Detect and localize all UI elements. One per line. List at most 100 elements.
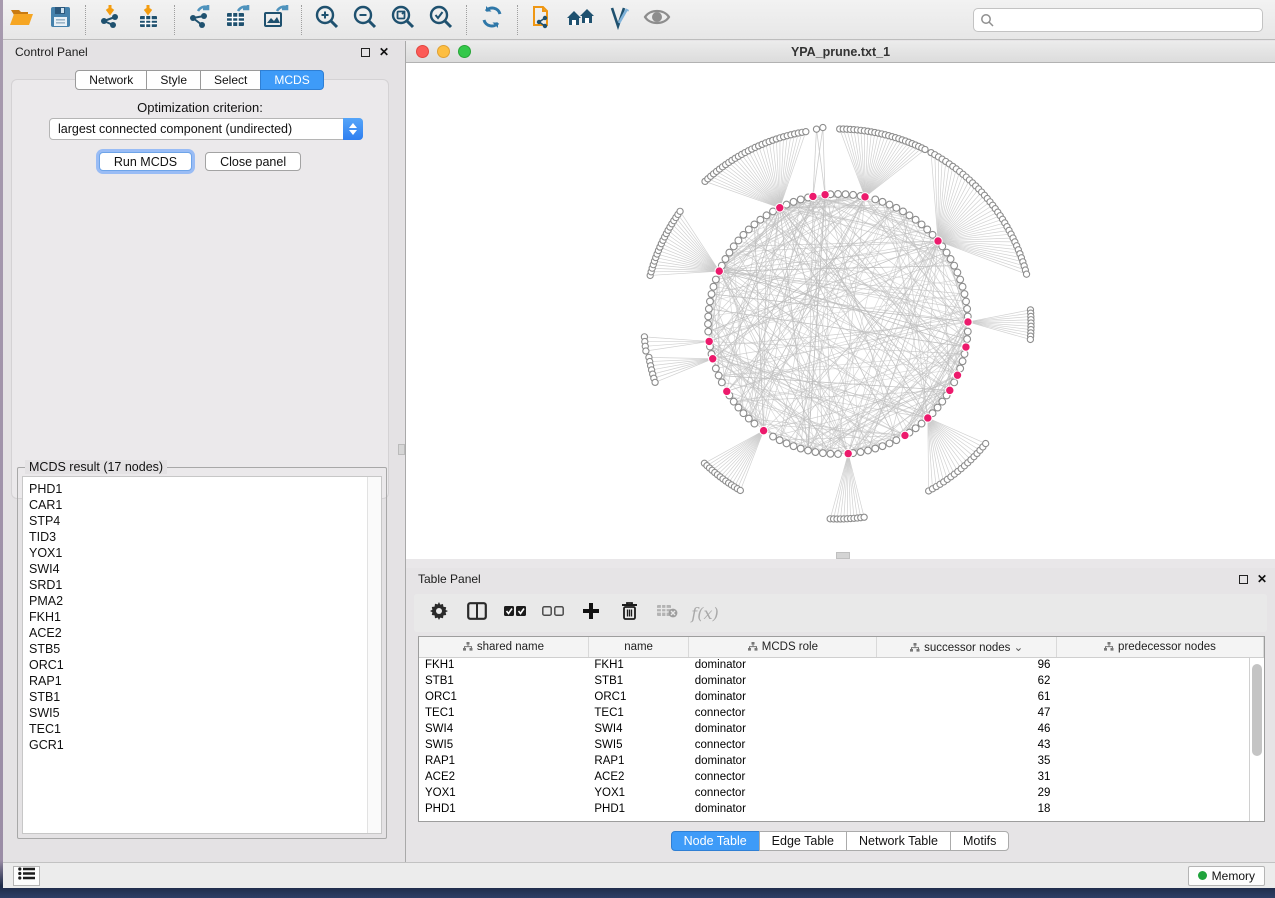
result-node-item[interactable]: STB5 bbox=[29, 641, 361, 657]
float-panel-icon[interactable] bbox=[361, 48, 370, 57]
cell-shared[interactable]: SWI5 bbox=[419, 737, 588, 753]
zoom-selected-button[interactable] bbox=[422, 3, 460, 37]
result-node-item[interactable]: YOX1 bbox=[29, 545, 361, 561]
column-header-successor-nodes[interactable]: successor nodes ⌄ bbox=[877, 637, 1056, 657]
result-node-item[interactable]: ACE2 bbox=[29, 625, 361, 641]
cell-role[interactable]: connector bbox=[689, 769, 877, 785]
network-node[interactable] bbox=[918, 420, 925, 427]
network-node[interactable] bbox=[912, 216, 919, 223]
network-node[interactable] bbox=[730, 243, 737, 250]
cell-role[interactable]: dominator bbox=[689, 753, 877, 769]
table-row[interactable]: YOX1YOX1connector291 bbox=[419, 785, 1264, 801]
cell-succ[interactable]: 29 bbox=[877, 785, 1056, 801]
cell-role[interactable]: connector bbox=[689, 785, 877, 801]
cell-succ[interactable]: 43 bbox=[877, 737, 1056, 753]
result-node-item[interactable]: TID3 bbox=[29, 529, 361, 545]
mcds-hub-node[interactable] bbox=[821, 190, 829, 198]
network-node[interactable] bbox=[872, 445, 879, 452]
result-node-item[interactable]: RAP1 bbox=[29, 673, 361, 689]
column-header-name[interactable]: name bbox=[588, 637, 688, 657]
cell-role[interactable]: connector bbox=[689, 737, 877, 753]
leaf-node[interactable] bbox=[643, 348, 649, 354]
cell-name[interactable]: PHD1 bbox=[588, 801, 688, 817]
network-node[interactable] bbox=[745, 226, 752, 233]
vertical-split-divider[interactable] bbox=[397, 41, 406, 862]
cell-name[interactable]: SWI5 bbox=[588, 737, 688, 753]
result-node-item[interactable]: ORC1 bbox=[29, 657, 361, 673]
export-table-button[interactable] bbox=[219, 3, 257, 37]
network-node[interactable] bbox=[812, 449, 819, 456]
function-builder-button[interactable]: f(x) bbox=[688, 598, 722, 628]
zoom-out-button[interactable] bbox=[346, 3, 384, 37]
network-node[interactable] bbox=[705, 306, 712, 313]
table-row[interactable]: SWI4SWI4dominator462 bbox=[419, 721, 1264, 737]
mcds-hub-node[interactable] bbox=[946, 386, 954, 394]
cell-succ[interactable]: 31 bbox=[877, 769, 1056, 785]
network-node[interactable] bbox=[879, 443, 886, 450]
cell-succ[interactable]: 96 bbox=[877, 657, 1056, 673]
run-mcds-button[interactable]: Run MCDS bbox=[99, 152, 192, 171]
mcds-hub-node[interactable] bbox=[759, 426, 767, 434]
cell-succ[interactable]: 62 bbox=[877, 673, 1056, 689]
horizontal-split-divider[interactable] bbox=[406, 559, 1275, 568]
leaf-node[interactable] bbox=[922, 146, 928, 152]
cell-pred[interactable]: 2 bbox=[1056, 753, 1263, 769]
canvas-scroll-grip[interactable] bbox=[836, 552, 850, 559]
column-header-MCDS-role[interactable]: MCDS role bbox=[689, 637, 877, 657]
tab-motifs[interactable]: Motifs bbox=[950, 831, 1009, 851]
network-node[interactable] bbox=[735, 237, 742, 244]
cell-pred[interactable]: 0 bbox=[1056, 673, 1263, 689]
network-node[interactable] bbox=[718, 379, 725, 386]
leaf-node[interactable] bbox=[1027, 336, 1033, 342]
tab-network[interactable]: Network bbox=[75, 70, 147, 90]
network-node[interactable] bbox=[735, 404, 742, 411]
network-node[interactable] bbox=[705, 328, 712, 335]
table-row[interactable]: SWI5SWI5connector431 bbox=[419, 737, 1264, 753]
network-node[interactable] bbox=[783, 440, 790, 447]
network-node[interactable] bbox=[912, 425, 919, 432]
leaf-node[interactable] bbox=[861, 514, 867, 520]
network-node[interactable] bbox=[964, 336, 971, 343]
cell-role[interactable]: dominator bbox=[689, 689, 877, 705]
network-node[interactable] bbox=[929, 231, 936, 238]
export-network-button[interactable] bbox=[181, 3, 219, 37]
cell-pred[interactable]: 0 bbox=[1056, 801, 1263, 817]
import-network-button[interactable] bbox=[92, 3, 130, 37]
network-node[interactable] bbox=[954, 269, 961, 276]
network-canvas[interactable] bbox=[406, 63, 1275, 559]
network-node[interactable] bbox=[943, 249, 950, 256]
level-of-detail-button[interactable] bbox=[600, 3, 638, 37]
select-all-columns-button[interactable] bbox=[498, 598, 532, 628]
network-node[interactable] bbox=[842, 191, 849, 198]
network-node[interactable] bbox=[776, 437, 783, 444]
result-node-item[interactable]: CAR1 bbox=[29, 497, 361, 513]
cell-name[interactable]: FKH1 bbox=[588, 657, 688, 673]
cell-name[interactable]: SWI4 bbox=[588, 721, 688, 737]
import-table-button[interactable] bbox=[130, 3, 168, 37]
result-node-item[interactable]: SWI5 bbox=[29, 705, 361, 721]
network-node[interactable] bbox=[797, 445, 804, 452]
leaf-node[interactable] bbox=[652, 379, 658, 385]
search-input[interactable] bbox=[973, 8, 1263, 32]
delete-columns-button[interactable] bbox=[612, 598, 646, 628]
network-node[interactable] bbox=[708, 291, 715, 298]
table-row[interactable]: ACE2ACE2connector311 bbox=[419, 769, 1264, 785]
table-options-button[interactable] bbox=[422, 598, 456, 628]
network-node[interactable] bbox=[751, 420, 758, 427]
network-node[interactable] bbox=[820, 450, 827, 457]
cell-succ[interactable]: 47 bbox=[877, 705, 1056, 721]
birdseye-view-button[interactable] bbox=[638, 3, 676, 37]
result-node-item[interactable]: STB1 bbox=[29, 689, 361, 705]
cell-name[interactable]: ORC1 bbox=[588, 689, 688, 705]
mcds-hub-node[interactable] bbox=[953, 371, 961, 379]
result-node-item[interactable]: SRD1 bbox=[29, 577, 361, 593]
network-node[interactable] bbox=[740, 231, 747, 238]
network-node[interactable] bbox=[872, 196, 879, 203]
network-node[interactable] bbox=[712, 276, 719, 283]
network-node[interactable] bbox=[886, 440, 893, 447]
result-node-item[interactable]: PHD1 bbox=[29, 481, 361, 497]
cell-name[interactable]: RAP1 bbox=[588, 753, 688, 769]
cell-succ[interactable]: 46 bbox=[877, 721, 1056, 737]
result-node-item[interactable]: SWI4 bbox=[29, 561, 361, 577]
cell-role[interactable]: dominator bbox=[689, 801, 877, 817]
